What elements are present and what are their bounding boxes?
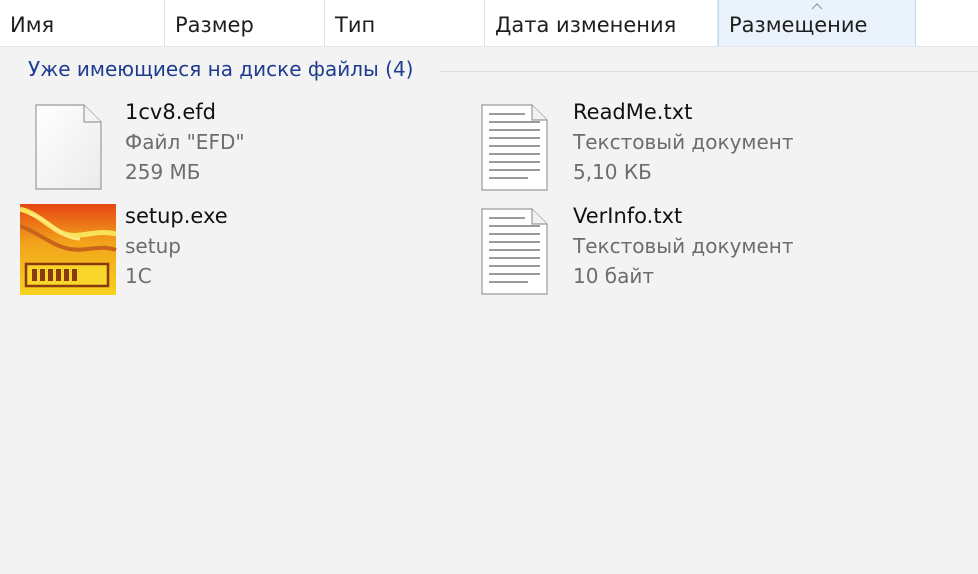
file-name: 1cv8.efd: [125, 100, 217, 124]
group-header-label: Уже имеющиеся на диске файлы (4): [28, 57, 414, 81]
explorer-window: Имя Размер Тип Дата изменения Размещение…: [0, 0, 978, 574]
file-name: ReadMe.txt: [573, 100, 693, 124]
column-header-name-label: Имя: [10, 13, 55, 37]
file-type: Текстовый документ: [573, 234, 794, 258]
text-document-icon: [481, 208, 548, 295]
group-header[interactable]: Уже имеющиеся на диске файлы (4): [28, 57, 414, 81]
file-size: 1С: [125, 264, 152, 288]
file-item-setup-exe[interactable]: setup.exe setup 1С: [20, 204, 440, 304]
generic-file-icon: [35, 104, 102, 190]
file-name: setup.exe: [125, 204, 228, 228]
file-type: Текстовый документ: [573, 130, 794, 154]
column-header-location-label: Размещение: [729, 13, 868, 37]
file-size: 5,10 КБ: [573, 160, 652, 184]
file-name: VerInfo.txt: [573, 204, 683, 228]
column-header-type-label: Тип: [335, 13, 376, 37]
file-type: setup: [125, 234, 181, 258]
column-header-type[interactable]: Тип: [325, 0, 485, 46]
column-header-filler: [916, 0, 978, 46]
group-divider: [440, 71, 978, 72]
setup-1c-icon: [20, 204, 117, 295]
column-header-date-label: Дата изменения: [495, 13, 677, 37]
file-type: Файл "EFD": [125, 130, 245, 154]
file-item-verinfo-txt[interactable]: VerInfo.txt Текстовый документ 10 байт: [468, 204, 888, 304]
text-document-icon: [481, 104, 548, 191]
column-header-size-label: Размер: [175, 13, 254, 37]
file-item-1cv8-efd[interactable]: 1cv8.efd Файл "EFD" 259 МБ: [20, 100, 440, 200]
file-item-readme-txt[interactable]: ReadMe.txt Текстовый документ 5,10 КБ: [468, 100, 888, 200]
column-header-size[interactable]: Размер: [165, 0, 325, 46]
column-header-location[interactable]: Размещение: [718, 0, 916, 46]
file-size: 10 байт: [573, 264, 655, 288]
sort-ascending-icon: [811, 3, 823, 10]
column-header-name[interactable]: Имя: [0, 0, 165, 46]
column-header-bar: Имя Размер Тип Дата изменения Размещение: [0, 0, 978, 47]
file-size: 259 МБ: [125, 160, 201, 184]
column-header-date[interactable]: Дата изменения: [485, 0, 718, 46]
